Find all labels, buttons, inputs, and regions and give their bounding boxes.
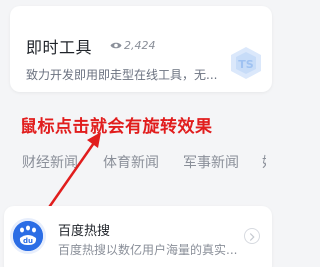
item-description: 百度热搜以数亿用户海量的真实... xyxy=(58,243,238,257)
svg-text:du: du xyxy=(23,237,33,245)
tab-finance-news[interactable]: 财经新闻 xyxy=(22,152,78,172)
hot-search-item[interactable]: du 百度热搜 百度热搜以数亿用户海量的真实... xyxy=(4,206,272,267)
eye-icon xyxy=(110,42,122,49)
avatar: du xyxy=(10,218,46,254)
tab-military-news[interactable]: 军事新闻 xyxy=(183,152,239,172)
tool-description: 致力开发即用即走型在线工具，无... xyxy=(26,68,218,82)
tool-logo-icon: TS xyxy=(231,47,261,79)
svg-text:TS: TS xyxy=(238,58,254,71)
item-title: 百度热搜 xyxy=(58,224,111,239)
tab-sports-news[interactable]: 体育新闻 xyxy=(103,152,159,172)
view-count-value: 2,424 xyxy=(124,39,156,52)
view-count: 2,424 xyxy=(110,39,156,52)
tool-title: 即时工具 xyxy=(26,38,93,57)
tab-entertainment-news[interactable]: 娱 xyxy=(262,152,266,172)
tool-card[interactable]: 即时工具 2,424 致力开发即用即走型在线工具，无... TS xyxy=(10,6,272,92)
news-tabs: 财经新闻 体育新闻 军事新闻 娱 xyxy=(0,152,266,176)
annotation-text: 鼠标点击就会有旋转效果 xyxy=(20,117,213,137)
chevron-right-icon[interactable] xyxy=(244,228,260,244)
baidu-du-icon: du xyxy=(13,221,43,251)
